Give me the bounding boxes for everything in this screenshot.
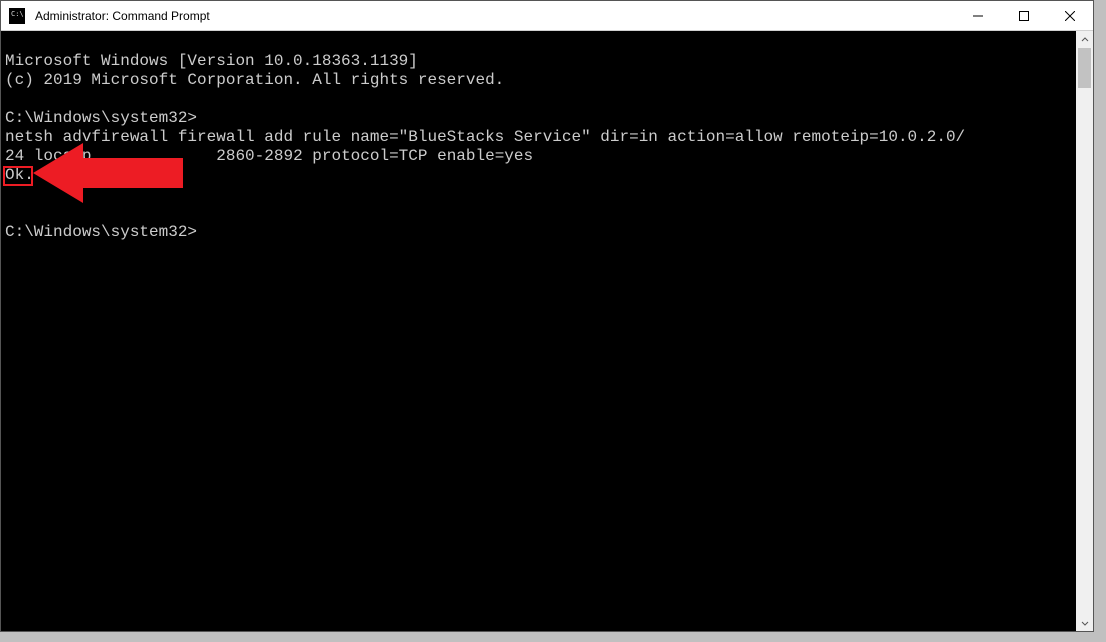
chevron-up-icon — [1081, 36, 1089, 44]
prompt-path: C:\Windows\system32> — [5, 109, 197, 127]
cmd-icon — [9, 8, 25, 24]
copyright-line: (c) 2019 Microsoft Corporation. All righ… — [5, 71, 504, 89]
maximize-button[interactable] — [1001, 1, 1047, 30]
result-ok: Ok. — [5, 166, 34, 184]
window-controls — [955, 1, 1093, 30]
scroll-down-button[interactable] — [1076, 614, 1093, 631]
prompt-path-2: C:\Windows\system32> — [5, 223, 197, 241]
scroll-thumb[interactable] — [1078, 48, 1091, 88]
maximize-icon — [1019, 11, 1029, 21]
minimize-button[interactable] — [955, 1, 1001, 30]
close-icon — [1065, 11, 1075, 21]
terminal-output[interactable]: Microsoft Windows [Version 10.0.18363.11… — [1, 31, 1076, 631]
command-prompt-window: Administrator: Command Prompt Microsoft … — [0, 0, 1094, 632]
command-text-3: 2860-2892 protocol=TCP enable=yes — [216, 147, 533, 165]
client-area: Microsoft Windows [Version 10.0.18363.11… — [1, 31, 1093, 631]
vertical-scrollbar[interactable] — [1076, 31, 1093, 631]
chevron-down-icon — [1081, 619, 1089, 627]
command-text-1: netsh advfirewall firewall add rule name… — [5, 128, 965, 146]
close-button[interactable] — [1047, 1, 1093, 30]
scroll-up-button[interactable] — [1076, 31, 1093, 48]
version-line: Microsoft Windows [Version 10.0.18363.11… — [5, 52, 418, 70]
command-text-2a: 24 localp — [5, 147, 91, 165]
scroll-track[interactable] — [1076, 48, 1093, 614]
minimize-icon — [973, 11, 983, 21]
window-title: Administrator: Command Prompt — [33, 9, 955, 23]
titlebar[interactable]: Administrator: Command Prompt — [1, 1, 1093, 31]
